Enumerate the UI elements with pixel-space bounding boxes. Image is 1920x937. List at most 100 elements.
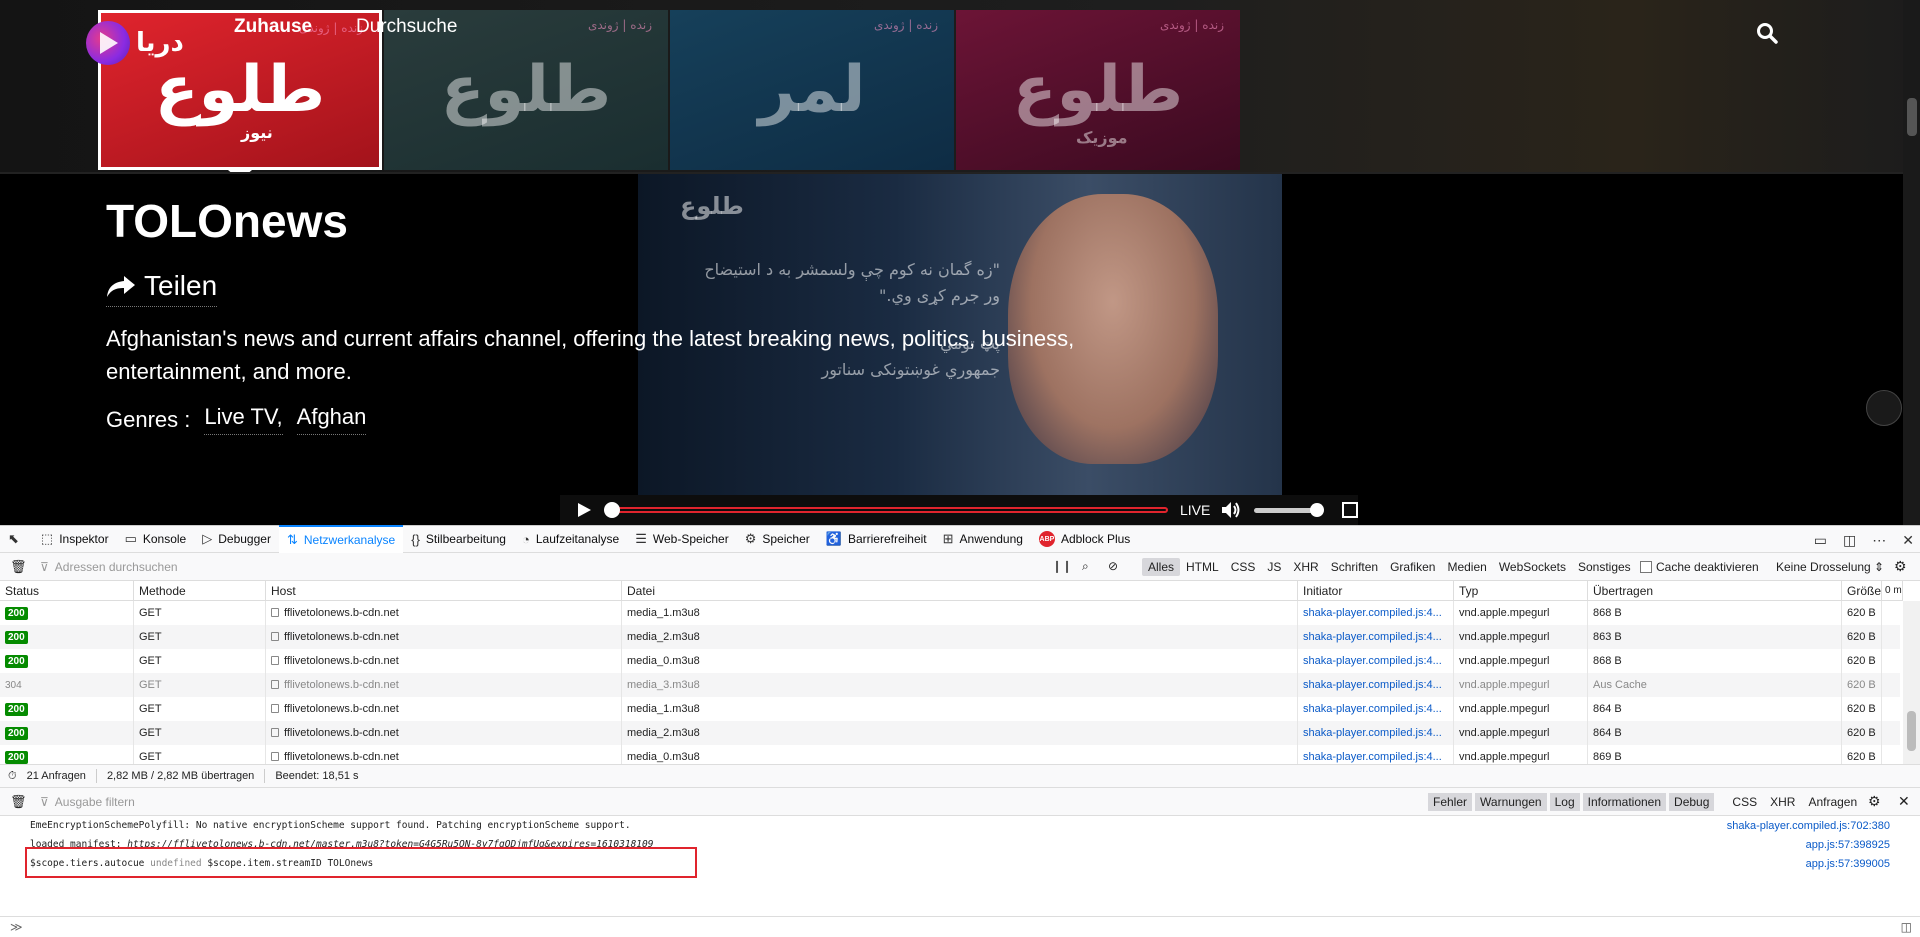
tab-style-editor[interactable]: {} Stilbearbeitung [403,525,514,553]
element-picker-icon[interactable]: ⬉ [0,525,33,553]
checkbox-box[interactable] [1640,561,1652,573]
console-filter-input[interactable]: ⊽ Ausgabe filtern [40,795,135,809]
filter-websockets[interactable]: WebSockets [1493,558,1572,576]
filter-all[interactable]: Alles [1142,558,1181,576]
column-header-initiator[interactable]: Initiator [1298,581,1454,601]
filter-xhr-messages[interactable]: XHR [1765,793,1800,811]
column-header-method[interactable]: Methode [134,581,266,601]
storage-icon: ☰ [635,531,647,546]
throttle-select[interactable]: Keine Drosselung ⇕ [1776,560,1884,574]
column-header-size[interactable]: Größe [1842,581,1882,601]
filter-images[interactable]: Grafiken [1384,558,1441,576]
column-header-status[interactable]: Status [0,581,134,601]
initiator-value[interactable]: shaka-player.compiled.js:4... [1303,679,1442,691]
page-scrollbar[interactable] [1903,0,1920,525]
genre-link[interactable]: Afghan [296,404,367,435]
table-row[interactable]: 200 GET fflivetolonews.b-cdn.net media_0.m3… [0,649,1900,673]
initiator-value[interactable]: shaka-player.compiled.js:4... [1303,607,1442,619]
dock-icon[interactable]: ◫ [1843,532,1856,549]
channel-tile-tolo-music[interactable]: زنده | ژوندی طلوع موزیک [956,10,1240,170]
table-row[interactable]: 200 GET fflivetolonews.b-cdn.net media_2.m3… [0,625,1900,649]
console-input[interactable]: ≫ ◫ [0,916,1920,937]
filter-html[interactable]: HTML [1180,558,1225,576]
tab-accessibility[interactable]: ♿ Barrierefreiheit [818,525,935,553]
message-source-link[interactable]: app.js:57:399005 [1806,854,1890,874]
disable-cache-checkbox[interactable]: Cache deaktivieren [1640,560,1759,574]
requests-scrollbar[interactable] [1903,601,1920,764]
url-filter-input[interactable]: ⊽ Adressen durchsuchen [40,560,178,574]
tab-network[interactable]: ⇅ Netzwerkanalyse [278,525,404,553]
volume-icon[interactable] [1220,500,1242,520]
cell-size: 620 B [1842,745,1882,764]
initiator-value[interactable]: shaka-player.compiled.js:4... [1303,655,1442,667]
column-header-transferred[interactable]: Übertragen [1588,581,1842,601]
filter-css-messages[interactable]: CSS [1727,793,1762,811]
close-icon[interactable]: ✕ [1902,532,1914,549]
search-icon[interactable] [1756,22,1782,48]
block-icon[interactable]: ⊘ [1108,559,1118,573]
console-settings-gear-icon[interactable]: ⚙ [1868,793,1881,810]
tab-performance[interactable]: ◔ Laufzeitanalyse [514,525,627,553]
settings-gear-icon[interactable]: ⚙ [1894,558,1907,575]
volume-slider[interactable] [1254,502,1325,517]
fullscreen-icon[interactable] [1342,502,1358,518]
level-warnings[interactable]: Warnungen [1475,793,1547,811]
filter-fonts[interactable]: Schriften [1325,558,1384,576]
split-console-icon[interactable]: ▭ [1814,532,1827,549]
initiator-value[interactable]: shaka-player.compiled.js:4... [1303,751,1442,763]
table-row[interactable]: 200 GET fflivetolonews.b-cdn.net media_1.m3… [0,601,1900,625]
column-header-waterfall[interactable]: 0 m [1882,581,1903,601]
clear-requests-icon[interactable]: 🗑 [10,559,27,575]
table-row[interactable]: 304 GET fflivetolonews.b-cdn.net media_3.m3… [0,673,1900,697]
level-log[interactable]: Log [1549,793,1580,811]
tab-application[interactable]: ⊞ Anwendung [935,525,1031,553]
picture-in-picture-icon[interactable] [1866,390,1902,426]
requests-scroll-thumb[interactable] [1907,711,1916,751]
message-source-link[interactable]: app.js:57:398925 [1806,835,1890,855]
initiator-value[interactable]: shaka-player.compiled.js:4... [1303,727,1442,739]
filter-xhr[interactable]: XHR [1287,558,1324,576]
more-options-icon[interactable]: ⋯ [1872,532,1886,549]
column-header-host[interactable]: Host [266,581,622,601]
channel-tile-lemar[interactable]: زنده | ژوندی لمر [670,10,954,170]
nav-browse-link[interactable]: Durchsuche [356,16,457,38]
tab-storage[interactable]: ☰ Web-Speicher [627,525,736,553]
site-logo[interactable]: دریا [86,18,196,68]
message-source-link[interactable]: shaka-player.compiled.js:702:380 [1727,816,1890,836]
table-row[interactable]: 200 GET fflivetolonews.b-cdn.net media_1.m3… [0,697,1900,721]
level-debug[interactable]: Debug [1669,793,1715,811]
column-header-file[interactable]: Datei [622,581,1298,601]
nav-home-link[interactable]: Zuhause [234,16,312,38]
close-console-icon[interactable]: ✕ [1898,793,1910,810]
filter-js[interactable]: JS [1261,558,1287,576]
page-scroll-thumb[interactable] [1907,98,1917,136]
initiator-value[interactable]: shaka-player.compiled.js:4... [1303,703,1442,715]
tab-console[interactable]: ▭ Konsole [117,525,195,553]
filter-other[interactable]: Sonstiges [1572,558,1637,576]
tab-adblock-plus[interactable]: ABP Adblock Plus [1031,525,1138,553]
play-icon[interactable] [574,500,594,520]
editor-mode-icon[interactable]: ◫ [1901,920,1912,934]
timer-icon: ⏱ [8,770,17,782]
genre-link[interactable]: Live TV, [204,404,283,435]
table-row[interactable]: 200 GET fflivetolonews.b-cdn.net media_2.m3… [0,721,1900,745]
clear-console-icon[interactable]: 🗑 [10,794,27,810]
filter-media[interactable]: Medien [1441,558,1492,576]
initiator-value[interactable]: shaka-player.compiled.js:4... [1303,631,1442,643]
share-button[interactable]: Teilen [106,270,218,307]
tab-debugger[interactable]: ▷ Debugger [194,525,279,553]
volume-knob[interactable] [1310,502,1325,517]
tab-inspector[interactable]: ⬚ Inspektor [33,525,117,553]
level-errors[interactable]: Fehler [1428,793,1473,811]
seek-knob[interactable] [603,502,620,518]
pause-icon[interactable]: ❙❙ [1052,559,1072,573]
filter-request-messages[interactable]: Anfragen [1803,793,1862,811]
table-row[interactable]: 200 GET fflivetolonews.b-cdn.net media_0.m3… [0,745,1900,764]
search-requests-icon[interactable]: ⌕ [1082,559,1089,574]
cell-size: 620 B [1842,721,1882,745]
filter-css[interactable]: CSS [1225,558,1262,576]
column-header-type[interactable]: Typ [1454,581,1588,601]
seek-bar[interactable] [603,502,1168,518]
tab-memory[interactable]: ⚙ Speicher [737,525,818,553]
level-info[interactable]: Informationen [1582,793,1667,811]
